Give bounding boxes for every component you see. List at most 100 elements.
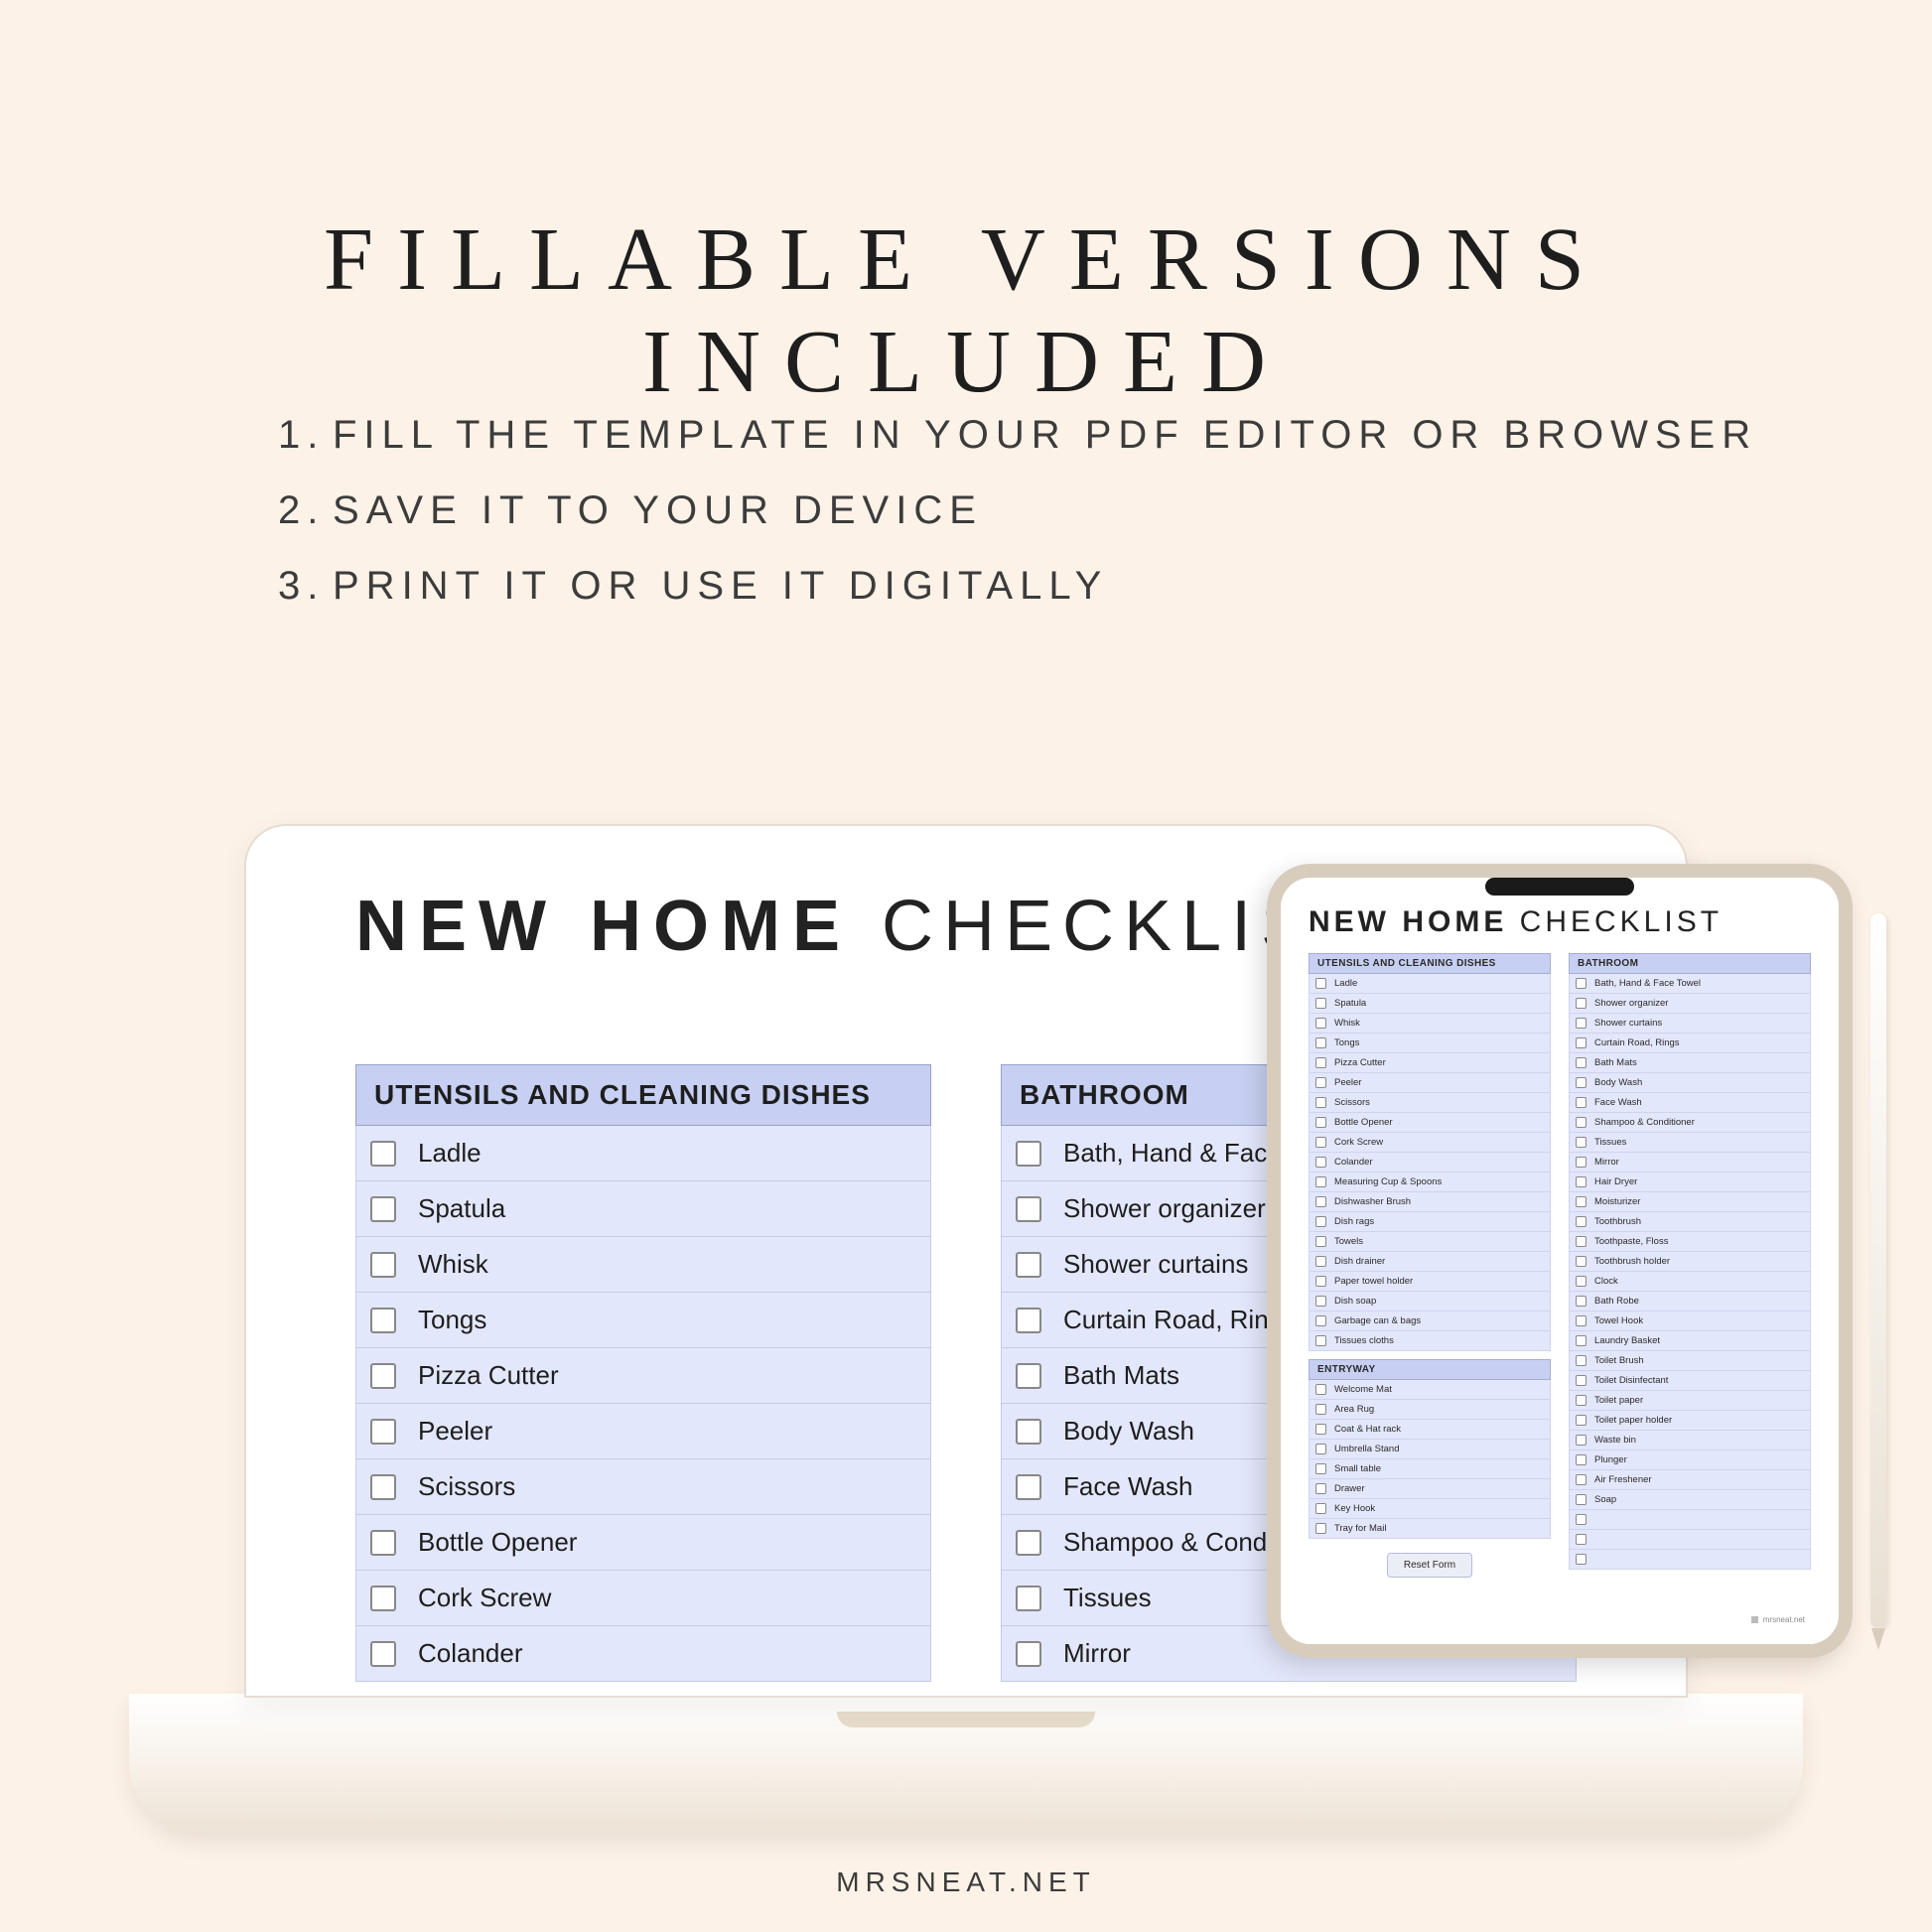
checklist-checkbox[interactable] [1315, 1236, 1326, 1247]
checklist-checkbox[interactable] [1016, 1530, 1041, 1556]
checklist-item-label: Whisk [418, 1249, 488, 1280]
checklist-checkbox[interactable] [1576, 1315, 1587, 1326]
checklist-checkbox[interactable] [1315, 1018, 1326, 1029]
checklist-checkbox[interactable] [1576, 1514, 1587, 1525]
checklist-checkbox[interactable] [1576, 1554, 1587, 1565]
checklist-checkbox[interactable] [1315, 1196, 1326, 1207]
checklist-checkbox[interactable] [1576, 1196, 1587, 1207]
checklist-item: Hair Dryer [1569, 1173, 1811, 1192]
checklist-checkbox[interactable] [1315, 1424, 1326, 1435]
checklist-checkbox[interactable] [1016, 1196, 1041, 1222]
checklist-item: Tissues cloths [1309, 1331, 1551, 1351]
checklist-checkbox[interactable] [1576, 1097, 1587, 1108]
checklist-checkbox[interactable] [1315, 1256, 1326, 1267]
reset-form-button[interactable]: Reset Form [1387, 1553, 1472, 1578]
checklist-checkbox[interactable] [1315, 998, 1326, 1009]
checklist-checkbox[interactable] [1576, 1534, 1587, 1545]
checklist-item: Umbrella Stand [1309, 1440, 1551, 1459]
checklist-checkbox[interactable] [1315, 1483, 1326, 1494]
checklist-checkbox[interactable] [1016, 1308, 1041, 1333]
checklist-checkbox[interactable] [1576, 1335, 1587, 1346]
checklist-item: Toothbrush [1569, 1212, 1811, 1232]
checklist-checkbox[interactable] [1016, 1474, 1041, 1500]
checklist-checkbox[interactable] [1576, 1276, 1587, 1287]
checklist-checkbox[interactable] [1016, 1586, 1041, 1611]
checklist-checkbox[interactable] [1576, 1176, 1587, 1187]
stylus-pen [1870, 913, 1886, 1628]
checklist-checkbox[interactable] [1016, 1363, 1041, 1389]
checklist-checkbox[interactable] [1576, 1375, 1587, 1386]
checklist-checkbox[interactable] [1315, 1097, 1326, 1108]
checklist-checkbox[interactable] [1576, 1137, 1587, 1148]
instruction-3: 3.PRINT IT OR USE IT DIGITALLY [278, 548, 1757, 623]
checklist-checkbox[interactable] [1315, 1296, 1326, 1307]
checklist-checkbox[interactable] [1016, 1419, 1041, 1445]
checklist-checkbox[interactable] [1315, 1523, 1326, 1534]
checklist-checkbox[interactable] [1016, 1641, 1041, 1667]
checklist-checkbox[interactable] [1315, 1503, 1326, 1514]
checklist-checkbox[interactable] [1576, 1454, 1587, 1465]
checklist-item-label: Clock [1594, 1276, 1618, 1287]
checklist-checkbox[interactable] [370, 1141, 396, 1167]
checklist-checkbox[interactable] [1315, 1384, 1326, 1395]
checklist-checkbox[interactable] [370, 1641, 396, 1667]
checklist-checkbox[interactable] [1315, 1077, 1326, 1088]
checklist-item: Laundry Basket [1569, 1331, 1811, 1351]
checklist-checkbox[interactable] [1576, 1256, 1587, 1267]
checklist-checkbox[interactable] [1315, 1335, 1326, 1346]
checklist-checkbox[interactable] [370, 1474, 396, 1500]
checklist-item: Whisk [355, 1237, 931, 1293]
checklist-item: Towel Hook [1569, 1311, 1811, 1331]
checklist-checkbox[interactable] [1315, 1216, 1326, 1227]
checklist-checkbox[interactable] [1576, 978, 1587, 989]
checklist-checkbox[interactable] [1576, 1395, 1587, 1406]
checklist-item [1569, 1550, 1811, 1570]
checklist-checkbox[interactable] [1576, 1355, 1587, 1366]
checklist-checkbox[interactable] [1315, 978, 1326, 989]
checklist-checkbox[interactable] [1315, 1157, 1326, 1168]
checklist-checkbox[interactable] [1315, 1137, 1326, 1148]
checklist-checkbox[interactable] [1315, 1117, 1326, 1128]
checklist-checkbox[interactable] [1576, 1296, 1587, 1307]
site-footer: MRSNEAT.NET [0, 1866, 1932, 1898]
checklist-checkbox[interactable] [1576, 1037, 1587, 1048]
checklist-checkbox[interactable] [1576, 1216, 1587, 1227]
checklist-checkbox[interactable] [1576, 1236, 1587, 1247]
checklist-checkbox[interactable] [370, 1196, 396, 1222]
checklist-checkbox[interactable] [370, 1252, 396, 1278]
checklist-checkbox[interactable] [1315, 1057, 1326, 1068]
checklist-checkbox[interactable] [370, 1419, 396, 1445]
checklist-item: Scissors [1309, 1093, 1551, 1113]
checklist-checkbox[interactable] [1576, 1057, 1587, 1068]
checklist-item: Mirror [1569, 1153, 1811, 1173]
checklist-checkbox[interactable] [1315, 1315, 1326, 1326]
checklist-checkbox[interactable] [370, 1363, 396, 1389]
checklist-checkbox[interactable] [1576, 1157, 1587, 1168]
checklist-checkbox[interactable] [1576, 1117, 1587, 1128]
checklist-checkbox[interactable] [1576, 1018, 1587, 1029]
checklist-checkbox[interactable] [370, 1530, 396, 1556]
checklist-checkbox[interactable] [1315, 1176, 1326, 1187]
checklist-item-label: Paper towel holder [1334, 1276, 1413, 1287]
checklist-checkbox[interactable] [1576, 1494, 1587, 1505]
checklist-checkbox[interactable] [1576, 998, 1587, 1009]
checklist-checkbox[interactable] [1315, 1276, 1326, 1287]
checklist-checkbox[interactable] [1315, 1037, 1326, 1048]
checklist-item [1569, 1530, 1811, 1550]
checklist-checkbox[interactable] [1576, 1435, 1587, 1446]
page-headline: FILLABLE VERSIONS INCLUDED [0, 208, 1932, 413]
checklist-checkbox[interactable] [1576, 1474, 1587, 1485]
tablet-footer: mrsneat.net [1751, 1615, 1805, 1624]
checklist-checkbox[interactable] [1315, 1444, 1326, 1454]
checklist-checkbox[interactable] [1315, 1404, 1326, 1415]
checklist-item-label: Scissors [1334, 1097, 1370, 1108]
checklist-checkbox[interactable] [370, 1586, 396, 1611]
checklist-checkbox[interactable] [370, 1308, 396, 1333]
checklist-item: Toothpaste, Floss [1569, 1232, 1811, 1252]
checklist-item: Body Wash [1569, 1073, 1811, 1093]
checklist-checkbox[interactable] [1016, 1252, 1041, 1278]
checklist-checkbox[interactable] [1315, 1463, 1326, 1474]
checklist-checkbox[interactable] [1576, 1415, 1587, 1426]
checklist-checkbox[interactable] [1016, 1141, 1041, 1167]
checklist-checkbox[interactable] [1576, 1077, 1587, 1088]
